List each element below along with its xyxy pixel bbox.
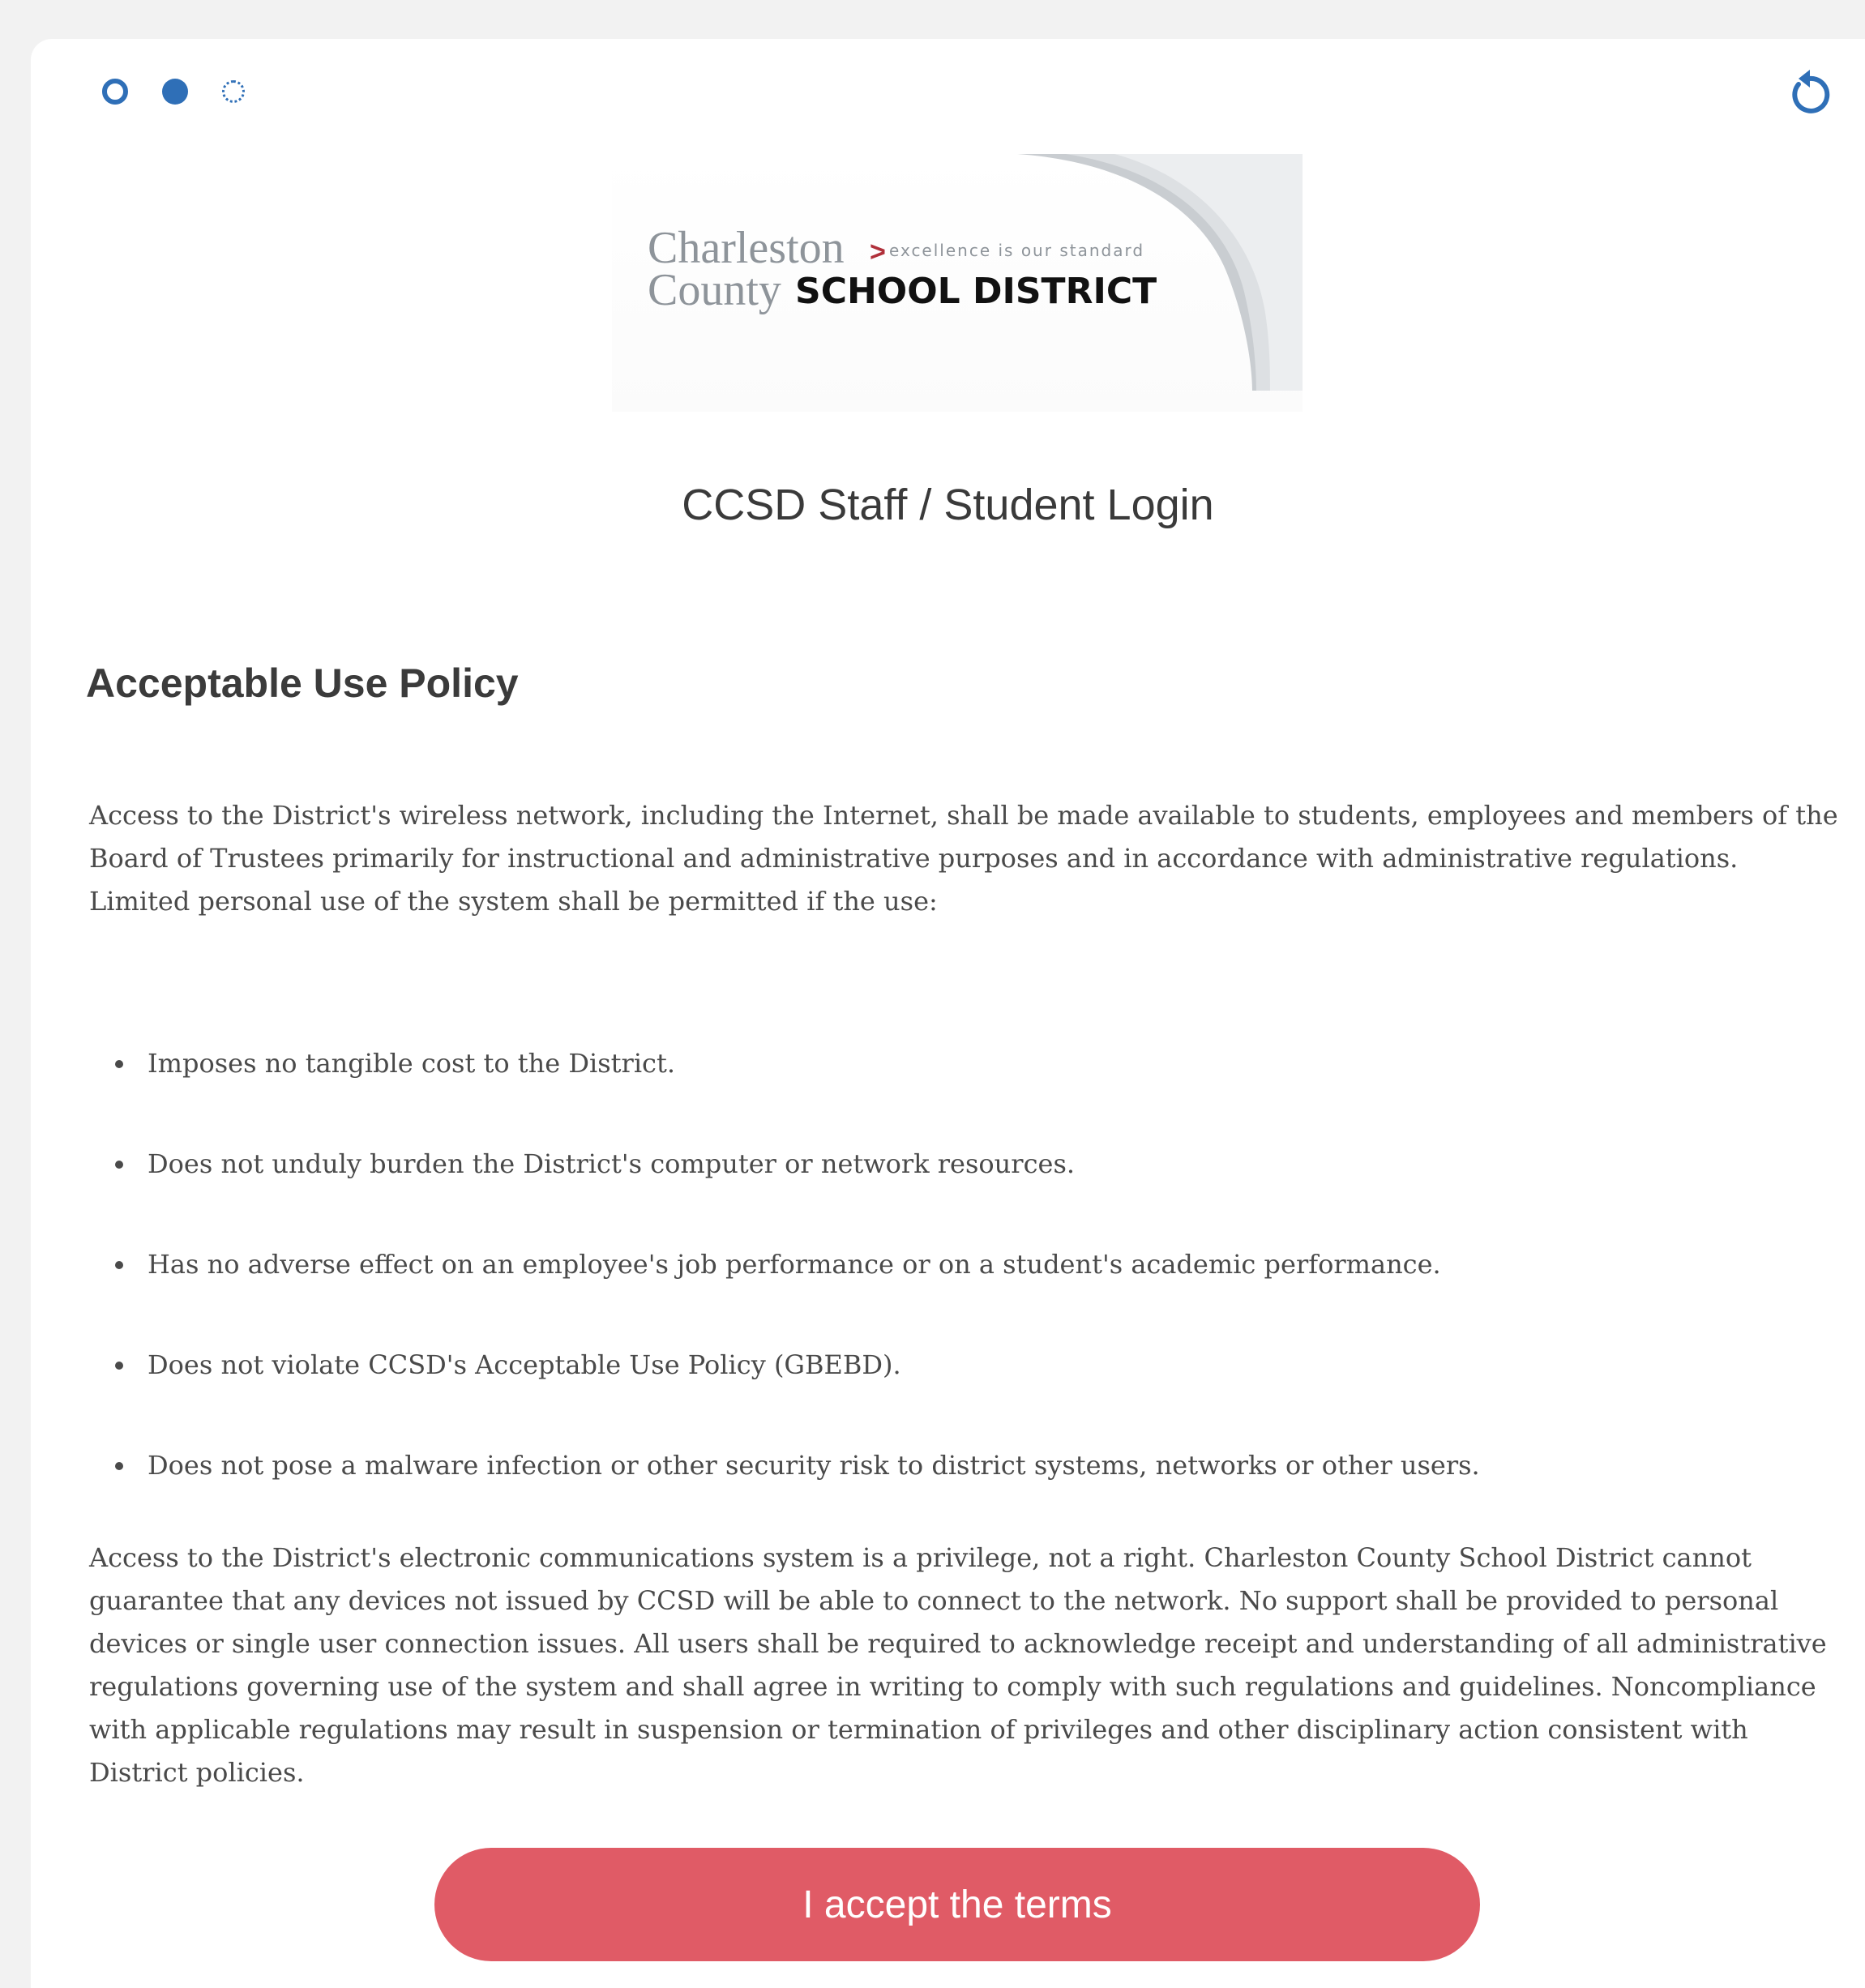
progress-steps	[102, 78, 279, 105]
refresh-icon	[1792, 70, 1830, 113]
list-item: Does not pose a malware infection or oth…	[115, 1446, 1833, 1546]
svg-text:>: >	[870, 237, 886, 267]
step-indicator-1	[102, 79, 128, 105]
step-indicator-3	[222, 80, 245, 103]
list-item: Has no adverse effect on an employee's j…	[115, 1245, 1833, 1345]
logo-line-county: County	[648, 265, 781, 315]
logo-line-school-district: SCHOOL DISTRICT	[795, 271, 1157, 312]
refresh-button[interactable]	[1781, 65, 1837, 122]
page-title: CCSD Staff / Student Login	[682, 481, 1214, 529]
policy-closing: Access to the District's electronic comm…	[89, 1542, 1827, 1788]
login-card: Charleston > excellence is our standard …	[31, 39, 1865, 1988]
district-logo: Charleston > excellence is our standard …	[612, 154, 1303, 412]
list-item: Does not violate CCSD's Acceptable Use P…	[115, 1345, 1833, 1446]
list-item: Does not unduly burden the District's co…	[115, 1144, 1833, 1245]
policy-intro: Access to the District's wireless networ…	[89, 800, 1838, 917]
logo-tagline: excellence is our standard	[889, 241, 1144, 260]
policy-heading: Acceptable Use Policy	[86, 661, 519, 706]
list-item: Imposes no tangible cost to the District…	[115, 1044, 1833, 1144]
policy-conditions: Imposes no tangible cost to the District…	[89, 1044, 1833, 1546]
accept-terms-button[interactable]: I accept the terms	[434, 1848, 1480, 1961]
step-indicator-2	[162, 79, 188, 105]
